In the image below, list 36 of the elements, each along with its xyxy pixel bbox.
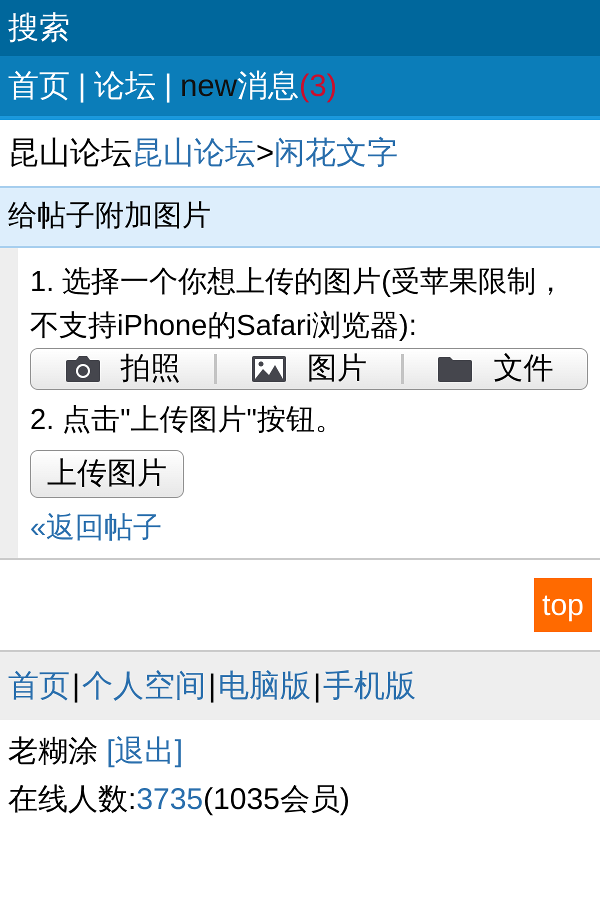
nav-link[interactable]: 个人空间 — [82, 662, 206, 710]
folder-icon — [437, 355, 474, 383]
separator: | — [72, 666, 80, 705]
nav-link[interactable]: 闲花文字 — [274, 130, 398, 176]
picker-option[interactable]: 拍照 — [31, 347, 214, 391]
separator: | — [313, 666, 322, 705]
username: 老糊涂 — [8, 735, 98, 768]
nav-link[interactable]: 首页 — [8, 662, 70, 710]
image-icon — [250, 355, 287, 383]
top-button[interactable]: top — [534, 578, 592, 632]
picker-option[interactable]: 文件 — [404, 347, 587, 391]
separator: | — [164, 66, 172, 105]
breadcrumb-text: > — [256, 134, 274, 172]
camera-icon — [64, 355, 101, 383]
instruction-text: 2. 点击"上传图片"按钮。 — [30, 403, 345, 438]
member-count: (1035会员) — [203, 783, 350, 816]
instruction-text: 1. 选择一个你想上传的图片(受苹果限制，不支持iPhone的Safari浏览器): — [30, 265, 566, 344]
section-title: 给帖子附加图片 — [8, 199, 211, 234]
nav-link[interactable]: 消息 — [237, 62, 299, 110]
nav-link[interactable]: 电脑版 — [218, 662, 312, 710]
nav-link[interactable]: 昆山论坛 — [132, 130, 256, 176]
page-title: 搜索 — [8, 8, 70, 47]
separator: | — [208, 666, 216, 705]
nav-link[interactable]: 首页 — [8, 62, 70, 110]
message-count: (3) — [299, 66, 337, 105]
online-count[interactable]: 3735 — [136, 783, 204, 816]
separator: | — [78, 66, 86, 105]
nav-link[interactable]: 论坛 — [94, 62, 156, 110]
breadcrumb-text: 昆山论坛 — [8, 134, 132, 172]
online-label: 在线人数: — [8, 783, 136, 816]
back-link[interactable]: «返回帖子 — [30, 512, 162, 544]
picker-option[interactable]: 图片 — [217, 347, 401, 391]
nav-link[interactable]: 手机版 — [323, 662, 416, 710]
logout-link[interactable]: [退出] — [106, 735, 184, 768]
nav-link[interactable]: new — [180, 62, 237, 110]
upload-button[interactable]: 上传图片 — [30, 450, 184, 498]
